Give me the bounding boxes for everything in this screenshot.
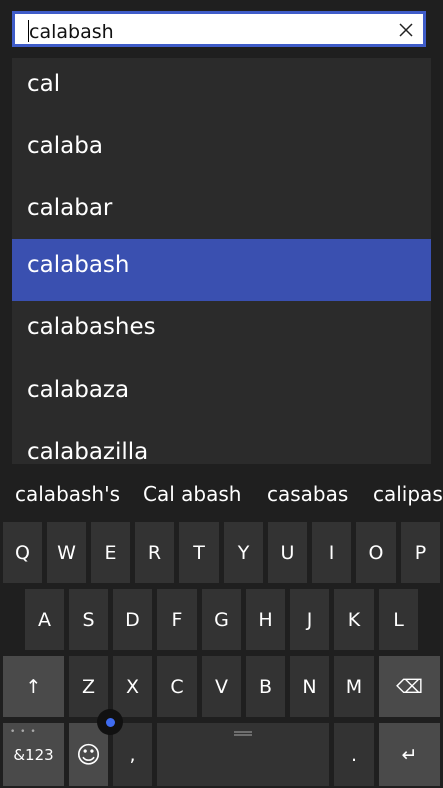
prediction-item[interactable]: casabas xyxy=(267,482,348,506)
key-r[interactable]: R xyxy=(135,522,174,583)
key-g[interactable]: G xyxy=(202,589,241,650)
prediction-item[interactable]: Cal abash xyxy=(143,482,241,506)
suggestion-label: calaba xyxy=(27,133,103,159)
key-p[interactable]: P xyxy=(401,522,440,583)
suggestion-item[interactable]: calabashes xyxy=(12,301,431,363)
key-y[interactable]: Y xyxy=(224,522,263,583)
key-d[interactable]: D xyxy=(113,589,152,650)
suggestion-label: calabar xyxy=(27,195,113,221)
key-s[interactable]: S xyxy=(69,589,108,650)
suggestion-list: cal calaba calabar calabash calabashes c… xyxy=(12,58,431,464)
suggestion-label: calabash xyxy=(27,252,130,278)
key-z[interactable]: Z xyxy=(69,656,108,717)
suggestion-item-selected[interactable]: calabash xyxy=(12,239,431,301)
suggestion-label: calabaza xyxy=(27,377,130,403)
prediction-item[interactable]: calabash's xyxy=(15,482,120,506)
suggestion-label: calabazilla xyxy=(27,439,149,464)
key-c[interactable]: C xyxy=(157,656,197,717)
key-a[interactable]: A xyxy=(25,589,64,650)
key-l[interactable]: L xyxy=(379,589,418,650)
key-e[interactable]: E xyxy=(91,522,130,583)
cursor-control-dot xyxy=(105,717,115,727)
key-v[interactable]: V xyxy=(202,656,241,717)
key-h[interactable]: H xyxy=(246,589,285,650)
key-x[interactable]: X xyxy=(113,656,152,717)
key-o[interactable]: O xyxy=(356,522,396,583)
prediction-item[interactable]: calipash xyxy=(373,482,443,506)
search-header: calabash xyxy=(0,0,443,58)
numbers-key[interactable]: • • • &123 xyxy=(3,723,64,786)
suggestion-item[interactable]: calaba xyxy=(12,120,431,182)
prediction-bar: calabash's Cal abash casabas calipash xyxy=(0,464,443,520)
drag-handle-icon xyxy=(234,731,252,736)
key-t[interactable]: T xyxy=(179,522,219,583)
suggestion-label: cal xyxy=(27,71,61,97)
key-w[interactable]: W xyxy=(47,522,86,583)
backspace-key[interactable]: ⌫ xyxy=(379,656,440,717)
on-screen-keyboard: Q W E R T Y U I O P A S D F G H J K L ↑ … xyxy=(0,520,443,788)
key-i[interactable]: I xyxy=(312,522,351,583)
key-n[interactable]: N xyxy=(290,656,329,717)
search-input-text: calabash xyxy=(29,21,114,43)
search-input[interactable]: calabash xyxy=(12,11,426,47)
suggestion-item[interactable]: calabaza xyxy=(12,364,431,426)
key-k[interactable]: K xyxy=(334,589,374,650)
key-f[interactable]: F xyxy=(157,589,197,650)
cursor-control-icon[interactable] xyxy=(97,709,123,735)
period-key[interactable]: . xyxy=(334,723,374,786)
background-strip-left xyxy=(0,58,12,464)
key-m[interactable]: M xyxy=(334,656,374,717)
suggestion-item[interactable]: calabar xyxy=(12,182,431,244)
shift-key[interactable]: ↑ xyxy=(3,656,64,717)
key-j[interactable]: J xyxy=(290,589,329,650)
space-key[interactable] xyxy=(157,723,329,786)
enter-key[interactable]: ↵ xyxy=(379,723,440,786)
key-u[interactable]: U xyxy=(268,522,307,583)
numbers-key-label: &123 xyxy=(13,745,54,764)
close-icon[interactable] xyxy=(397,21,415,39)
key-b[interactable]: B xyxy=(246,656,285,717)
suggestion-item[interactable]: calabazilla xyxy=(12,426,431,464)
suggestion-label: calabashes xyxy=(27,314,156,340)
dots-indicator: • • • xyxy=(10,727,37,737)
background-strip-right xyxy=(431,58,443,464)
suggestion-item[interactable]: cal xyxy=(12,58,431,120)
comma-key[interactable]: , xyxy=(113,723,152,786)
key-q[interactable]: Q xyxy=(3,522,42,583)
